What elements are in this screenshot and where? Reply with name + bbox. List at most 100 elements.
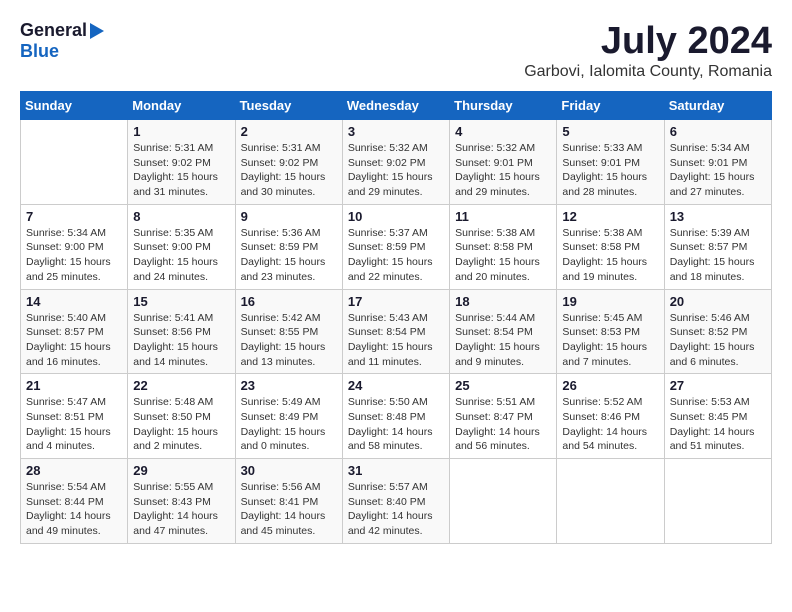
day-info: Sunrise: 5:37 AM Sunset: 8:59 PM Dayligh…: [348, 226, 444, 285]
calendar-cell: 22 Sunrise: 5:48 AM Sunset: 8:50 PM Dayli…: [128, 374, 235, 459]
day-number: 30: [241, 463, 337, 478]
day-info: Sunrise: 5:32 AM Sunset: 9:01 PM Dayligh…: [455, 141, 551, 200]
day-number: 23: [241, 378, 337, 393]
day-number: 1: [133, 124, 229, 139]
day-number: 3: [348, 124, 444, 139]
day-number: 22: [133, 378, 229, 393]
page-header: General Blue July 2024 Garbovi, Ialomita…: [20, 20, 772, 81]
calendar-week-1: 1 Sunrise: 5:31 AM Sunset: 9:02 PM Daylig…: [21, 120, 772, 205]
day-number: 14: [26, 294, 122, 309]
day-info: Sunrise: 5:36 AM Sunset: 8:59 PM Dayligh…: [241, 226, 337, 285]
calendar-cell: 31 Sunrise: 5:57 AM Sunset: 8:40 PM Dayli…: [342, 459, 449, 544]
day-number: 20: [670, 294, 766, 309]
day-info: Sunrise: 5:35 AM Sunset: 9:00 PM Dayligh…: [133, 226, 229, 285]
day-info: Sunrise: 5:33 AM Sunset: 9:01 PM Dayligh…: [562, 141, 658, 200]
calendar-cell: 13 Sunrise: 5:39 AM Sunset: 8:57 PM Dayli…: [664, 204, 771, 289]
day-info: Sunrise: 5:38 AM Sunset: 8:58 PM Dayligh…: [455, 226, 551, 285]
day-number: 2: [241, 124, 337, 139]
day-info: Sunrise: 5:31 AM Sunset: 9:02 PM Dayligh…: [133, 141, 229, 200]
day-info: Sunrise: 5:44 AM Sunset: 8:54 PM Dayligh…: [455, 311, 551, 370]
calendar-cell: 20 Sunrise: 5:46 AM Sunset: 8:52 PM Dayli…: [664, 289, 771, 374]
calendar-week-3: 14 Sunrise: 5:40 AM Sunset: 8:57 PM Dayli…: [21, 289, 772, 374]
day-info: Sunrise: 5:42 AM Sunset: 8:55 PM Dayligh…: [241, 311, 337, 370]
day-number: 21: [26, 378, 122, 393]
day-number: 31: [348, 463, 444, 478]
header-wednesday: Wednesday: [342, 92, 449, 120]
day-number: 25: [455, 378, 551, 393]
day-info: Sunrise: 5:34 AM Sunset: 9:01 PM Dayligh…: [670, 141, 766, 200]
day-number: 28: [26, 463, 122, 478]
header-tuesday: Tuesday: [235, 92, 342, 120]
logo-triangle-icon: [90, 23, 104, 39]
day-number: 17: [348, 294, 444, 309]
day-info: Sunrise: 5:47 AM Sunset: 8:51 PM Dayligh…: [26, 395, 122, 454]
calendar-cell: 28 Sunrise: 5:54 AM Sunset: 8:44 PM Dayli…: [21, 459, 128, 544]
calendar-cell: 26Sunrise: 5:52 AM Sunset: 8:46 PM Dayli…: [557, 374, 664, 459]
calendar-cell: 14 Sunrise: 5:40 AM Sunset: 8:57 PM Dayli…: [21, 289, 128, 374]
day-info: Sunrise: 5:41 AM Sunset: 8:56 PM Dayligh…: [133, 311, 229, 370]
calendar-table: SundayMondayTuesdayWednesdayThursdayFrid…: [20, 91, 772, 544]
day-number: 13: [670, 209, 766, 224]
calendar-cell: 11 Sunrise: 5:38 AM Sunset: 8:58 PM Dayli…: [450, 204, 557, 289]
calendar-cell: 8 Sunrise: 5:35 AM Sunset: 9:00 PM Daylig…: [128, 204, 235, 289]
day-number: 12: [562, 209, 658, 224]
day-number: 18: [455, 294, 551, 309]
header-friday: Friday: [557, 92, 664, 120]
header-sunday: Sunday: [21, 92, 128, 120]
calendar-cell: [557, 459, 664, 544]
day-info: Sunrise: 5:43 AM Sunset: 8:54 PM Dayligh…: [348, 311, 444, 370]
calendar-cell: 1 Sunrise: 5:31 AM Sunset: 9:02 PM Daylig…: [128, 120, 235, 205]
day-number: 6: [670, 124, 766, 139]
day-number: 11: [455, 209, 551, 224]
day-number: 9: [241, 209, 337, 224]
header-monday: Monday: [128, 92, 235, 120]
calendar-cell: 16Sunrise: 5:42 AM Sunset: 8:55 PM Dayli…: [235, 289, 342, 374]
day-number: 26: [562, 378, 658, 393]
logo-general: General: [20, 20, 87, 41]
day-info: Sunrise: 5:39 AM Sunset: 8:57 PM Dayligh…: [670, 226, 766, 285]
day-info: Sunrise: 5:40 AM Sunset: 8:57 PM Dayligh…: [26, 311, 122, 370]
calendar-cell: 10 Sunrise: 5:37 AM Sunset: 8:59 PM Dayli…: [342, 204, 449, 289]
calendar-cell: 9 Sunrise: 5:36 AM Sunset: 8:59 PM Daylig…: [235, 204, 342, 289]
header-saturday: Saturday: [664, 92, 771, 120]
calendar-cell: [664, 459, 771, 544]
day-info: Sunrise: 5:53 AM Sunset: 8:45 PM Dayligh…: [670, 395, 766, 454]
day-info: Sunrise: 5:54 AM Sunset: 8:44 PM Dayligh…: [26, 480, 122, 539]
day-info: Sunrise: 5:48 AM Sunset: 8:50 PM Dayligh…: [133, 395, 229, 454]
calendar-cell: 6 Sunrise: 5:34 AM Sunset: 9:01 PM Daylig…: [664, 120, 771, 205]
day-number: 24: [348, 378, 444, 393]
day-number: 19: [562, 294, 658, 309]
calendar-week-4: 21 Sunrise: 5:47 AM Sunset: 8:51 PM Dayli…: [21, 374, 772, 459]
day-number: 27: [670, 378, 766, 393]
calendar-cell: 24 Sunrise: 5:50 AM Sunset: 8:48 PM Dayli…: [342, 374, 449, 459]
calendar-week-5: 28 Sunrise: 5:54 AM Sunset: 8:44 PM Dayli…: [21, 459, 772, 544]
day-info: Sunrise: 5:31 AM Sunset: 9:02 PM Dayligh…: [241, 141, 337, 200]
calendar-cell: 15Sunrise: 5:41 AM Sunset: 8:56 PM Dayli…: [128, 289, 235, 374]
logo: General Blue: [20, 20, 105, 62]
day-info: Sunrise: 5:45 AM Sunset: 8:53 PM Dayligh…: [562, 311, 658, 370]
calendar-cell: 27 Sunrise: 5:53 AM Sunset: 8:45 PM Dayli…: [664, 374, 771, 459]
day-number: 8: [133, 209, 229, 224]
calendar-cell: [450, 459, 557, 544]
calendar-cell: 23Sunrise: 5:49 AM Sunset: 8:49 PM Dayli…: [235, 374, 342, 459]
calendar-cell: 25 Sunrise: 5:51 AM Sunset: 8:47 PM Dayli…: [450, 374, 557, 459]
title-section: July 2024 Garbovi, Ialomita County, Roma…: [524, 20, 772, 81]
day-info: Sunrise: 5:46 AM Sunset: 8:52 PM Dayligh…: [670, 311, 766, 370]
calendar-cell: 4 Sunrise: 5:32 AM Sunset: 9:01 PM Daylig…: [450, 120, 557, 205]
calendar-cell: 2 Sunrise: 5:31 AM Sunset: 9:02 PM Daylig…: [235, 120, 342, 205]
day-number: 10: [348, 209, 444, 224]
day-info: Sunrise: 5:50 AM Sunset: 8:48 PM Dayligh…: [348, 395, 444, 454]
calendar-cell: 30Sunrise: 5:56 AM Sunset: 8:41 PM Dayli…: [235, 459, 342, 544]
day-number: 5: [562, 124, 658, 139]
logo-blue: Blue: [20, 41, 59, 62]
day-number: 29: [133, 463, 229, 478]
day-info: Sunrise: 5:51 AM Sunset: 8:47 PM Dayligh…: [455, 395, 551, 454]
day-number: 4: [455, 124, 551, 139]
calendar-cell: 5 Sunrise: 5:33 AM Sunset: 9:01 PM Daylig…: [557, 120, 664, 205]
calendar-cell: 12Sunrise: 5:38 AM Sunset: 8:58 PM Dayli…: [557, 204, 664, 289]
calendar-cell: 19 Sunrise: 5:45 AM Sunset: 8:53 PM Dayli…: [557, 289, 664, 374]
calendar-subtitle: Garbovi, Ialomita County, Romania: [524, 63, 772, 81]
calendar-week-2: 7Sunrise: 5:34 AM Sunset: 9:00 PM Daylig…: [21, 204, 772, 289]
day-number: 7: [26, 209, 122, 224]
day-info: Sunrise: 5:57 AM Sunset: 8:40 PM Dayligh…: [348, 480, 444, 539]
